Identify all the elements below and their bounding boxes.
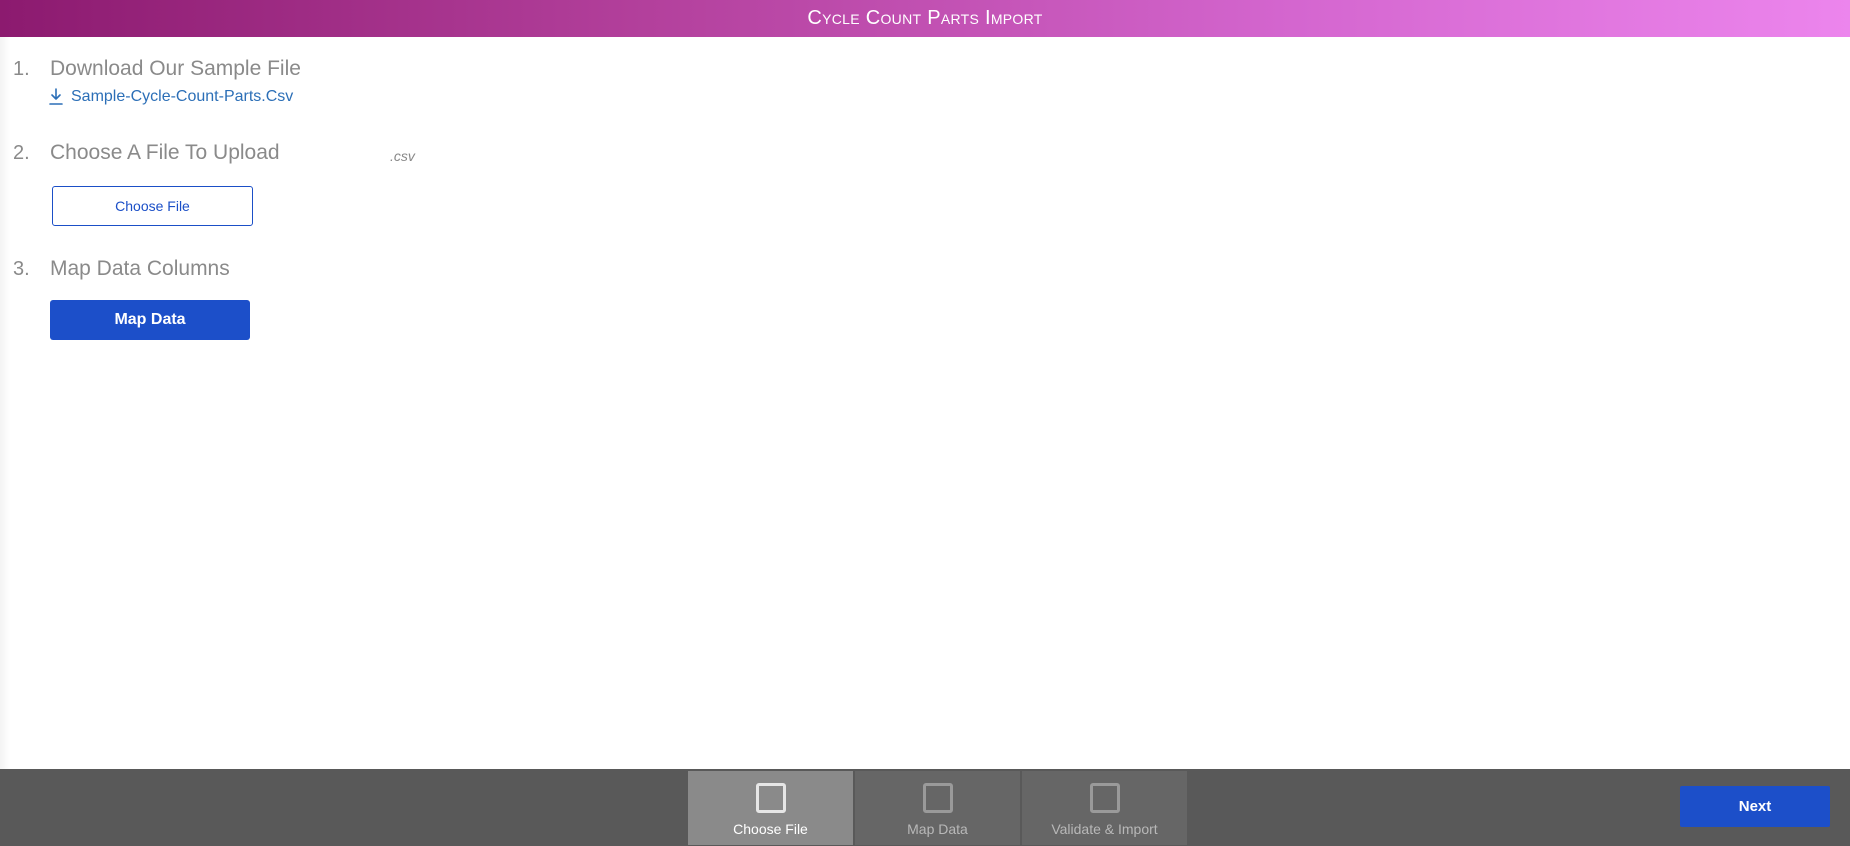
- next-button[interactable]: Next: [1680, 786, 1830, 827]
- header-bar: Cycle Count Parts Import: [0, 0, 1850, 37]
- sample-file-link[interactable]: Sample-Cycle-Count-Parts.Csv: [48, 88, 293, 106]
- import-wizard: Cycle Count Parts Import 1. Download Our…: [0, 0, 1850, 846]
- step-3-number: 3.: [13, 258, 30, 280]
- map-data-button[interactable]: Map Data: [50, 300, 250, 340]
- wizard-step-validate-import[interactable]: Validate & Import: [1022, 771, 1187, 845]
- sample-file-name: Sample-Cycle-Count-Parts.Csv: [71, 88, 294, 105]
- wizard-step-map-data[interactable]: Map Data: [855, 771, 1020, 845]
- file-type-hint: .csv: [390, 148, 415, 164]
- step-2-number: 2.: [13, 142, 30, 164]
- wizard-step-choose-file[interactable]: Choose File: [688, 771, 853, 845]
- download-icon: [48, 88, 64, 106]
- step-checkbox-icon: [755, 783, 786, 813]
- step-1-title: Download Our Sample File: [50, 57, 301, 80]
- step-checkbox-icon: [922, 783, 953, 813]
- step-1-number: 1.: [13, 58, 30, 80]
- choose-file-button[interactable]: Choose File: [52, 186, 253, 226]
- step-checkbox-icon: [1089, 783, 1120, 813]
- footer-bar: Choose File Map Data Validate & Import N…: [0, 769, 1850, 846]
- step-2-title: Choose A File To Upload: [50, 141, 280, 164]
- wizard-step-label: Map Data: [907, 821, 968, 837]
- wizard-step-label: Choose File: [733, 821, 808, 837]
- page-title: Cycle Count Parts Import: [807, 7, 1043, 29]
- step-3-title: Map Data Columns: [50, 257, 230, 280]
- wizard-steps-nav: Choose File Map Data Validate & Import: [688, 771, 1187, 845]
- wizard-step-label: Validate & Import: [1051, 821, 1158, 837]
- left-edge-shade: [0, 37, 10, 769]
